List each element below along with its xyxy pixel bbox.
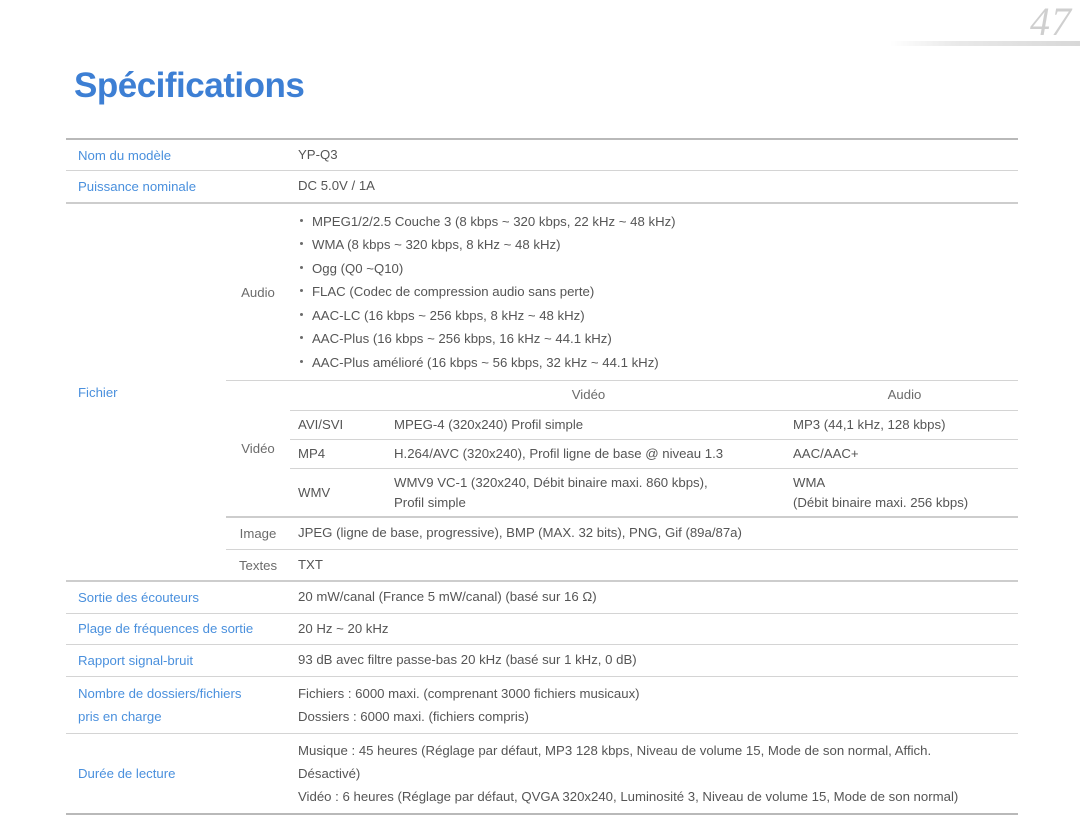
list-item: MPEG1/2/2.5 Couche 3 (8 kbps ~ 320 kbps,…: [298, 210, 1018, 234]
table-row-folders-files: Nombre de dossiers/fichiers pris en char…: [66, 676, 1018, 733]
codec-format-wmv: WMV: [290, 467, 386, 517]
value-play-time-music-line1: Musique : 45 heures (Réglage par défaut,…: [298, 742, 932, 758]
sublabel-video: Vidéo: [241, 441, 275, 457]
list-item: FLAC (Codec de compression audio sans pe…: [298, 280, 1018, 304]
label-folders-files: Nombre de dossiers/fichiers pris en char…: [66, 676, 290, 733]
value-play-time: Musique : 45 heures (Réglage par défaut,…: [290, 733, 1018, 814]
value-folders-files-line1: Fichiers : 6000 maxi. (comprenant 3000 f…: [298, 685, 640, 701]
value-file-text: TXT: [298, 556, 323, 572]
page-number: 47: [1030, 0, 1072, 44]
codec-format-avi: AVI/SVI: [290, 410, 386, 440]
codec-audio-wmv-line1: WMA: [793, 474, 826, 490]
label-file: Fichier: [78, 384, 118, 400]
list-item: AAC-LC (16 kbps ~ 256 kbps, 8 kHz ~ 48 k…: [298, 304, 1018, 328]
label-play-time: Durée de lecture: [78, 765, 176, 781]
list-item: AAC-Plus (16 kbps ~ 256 kbps, 16 kHz ~ 4…: [298, 327, 1018, 351]
codec-header-audio: Audio: [887, 387, 922, 403]
list-item: AAC-Plus amélioré (16 kbps ~ 56 kbps, 32…: [298, 351, 1018, 375]
sublabel-text: Textes: [238, 557, 278, 573]
audio-codec-list: MPEG1/2/2.5 Couche 3 (8 kbps ~ 320 kbps,…: [290, 204, 1018, 381]
table-row-codec-wmv: WMV WMV9 VC-1 (320x240, Débit binaire ma…: [290, 467, 1018, 517]
value-play-time-video: Vidéo : 6 heures (Réglage par défaut, QV…: [298, 789, 959, 805]
value-folders-files: Fichiers : 6000 maxi. (comprenant 3000 f…: [290, 676, 1018, 733]
label-headphone-output: Sortie des écouteurs: [78, 590, 199, 606]
list-item: WMA (8 kbps ~ 320 kbps, 8 kHz ~ 48 kHz): [298, 233, 1018, 257]
codec-header-spacer: [290, 381, 386, 410]
value-rated-power: DC 5.0V / 1A: [298, 178, 375, 194]
video-codec-table: Vidéo Audio AVI/SVI MPEG-4 (320x240) Pro…: [290, 381, 1018, 517]
value-folders-files-line2: Dossiers : 6000 maxi. (fichiers compris): [298, 708, 529, 724]
codec-video-wmv-line1: WMV9 VC-1 (320x240, Débit binaire maxi. …: [394, 474, 708, 490]
codec-format-mp4: MP4: [290, 439, 386, 469]
codec-audio-wmv: WMA (Débit binaire maxi. 256 kbps): [783, 467, 1018, 517]
table-row-signal-to-noise: Rapport signal-bruit 93 dB avec filtre p…: [66, 644, 1018, 676]
label-rated-power: Puissance nominale: [78, 179, 197, 195]
value-output-frequency-range: 20 Hz ~ 20 kHz: [298, 620, 389, 636]
page-title: Spécifications: [74, 66, 305, 105]
table-row-codec-mp4: MP4 H.264/AVC (320x240), Profil ligne de…: [290, 439, 1018, 469]
value-signal-to-noise: 93 dB avec filtre passe-bas 20 kHz (basé…: [298, 652, 637, 668]
sublabel-image: Image: [239, 526, 277, 542]
table-row-output-frequency-range: Plage de fréquences de sortie 20 Hz ~ 20…: [66, 613, 1018, 644]
specifications-table: Nom du modèle YP-Q3 Puissance nominale D…: [66, 138, 1018, 815]
codec-video-wmv-line2: Profil simple: [394, 494, 466, 510]
page-folio: 47: [890, 0, 1080, 46]
codec-audio-mp4: AAC/AAC+: [783, 439, 1018, 469]
label-model-name: Nom du modèle: [78, 147, 172, 163]
label-folders-files-line1: Nombre de dossiers/fichiers: [78, 685, 242, 701]
list-item: Ogg (Q0 ~Q10): [298, 257, 1018, 281]
codec-video-mp4: H.264/AVC (320x240), Profil ligne de bas…: [386, 439, 783, 469]
label-folders-files-line2: pris en charge: [78, 708, 162, 724]
table-row-file-audio: Fichier Audio MPEG1/2/2.5 Couche 3 (8 kb…: [66, 202, 1018, 400]
codec-header-row: Vidéo Audio: [290, 381, 1018, 410]
codec-video-avi: MPEG-4 (320x240) Profil simple: [386, 410, 783, 440]
table-row-headphone-output: Sortie des écouteurs 20 mW/canal (France…: [66, 581, 1018, 613]
label-signal-to-noise: Rapport signal-bruit: [78, 652, 194, 668]
value-headphone-output: 20 mW/canal (France 5 mW/canal) (basé su…: [298, 589, 597, 605]
codec-header-video: Vidéo: [571, 387, 606, 403]
table-row-play-time: Durée de lecture Musique : 45 heures (Ré…: [66, 733, 1018, 815]
codec-audio-wmv-line2: (Débit binaire maxi. 256 kbps): [793, 494, 969, 510]
value-play-time-music-line2: Désactivé): [298, 765, 361, 781]
label-output-frequency-range: Plage de fréquences de sortie: [78, 621, 254, 637]
table-row-codec-avi: AVI/SVI MPEG-4 (320x240) Profil simple M…: [290, 410, 1018, 440]
table-row-rated-power: Puissance nominale DC 5.0V / 1A: [66, 170, 1018, 203]
video-codec-container: Vidéo Audio AVI/SVI MPEG-4 (320x240) Pro…: [290, 381, 1018, 517]
value-model-name: YP-Q3: [298, 147, 338, 162]
value-file-image: JPEG (ligne de base, progressive), BMP (…: [298, 525, 742, 541]
codec-video-wmv: WMV9 VC-1 (320x240, Débit binaire maxi. …: [386, 467, 783, 517]
value-file-audio-list: MPEG1/2/2.5 Couche 3 (8 kbps ~ 320 kbps,…: [290, 203, 1018, 381]
sublabel-audio: Audio: [241, 284, 275, 300]
codec-audio-avi: MP3 (44,1 kHz, 128 kbps): [783, 410, 1018, 440]
table-row-model-name: Nom du modèle YP-Q3: [66, 139, 1018, 171]
